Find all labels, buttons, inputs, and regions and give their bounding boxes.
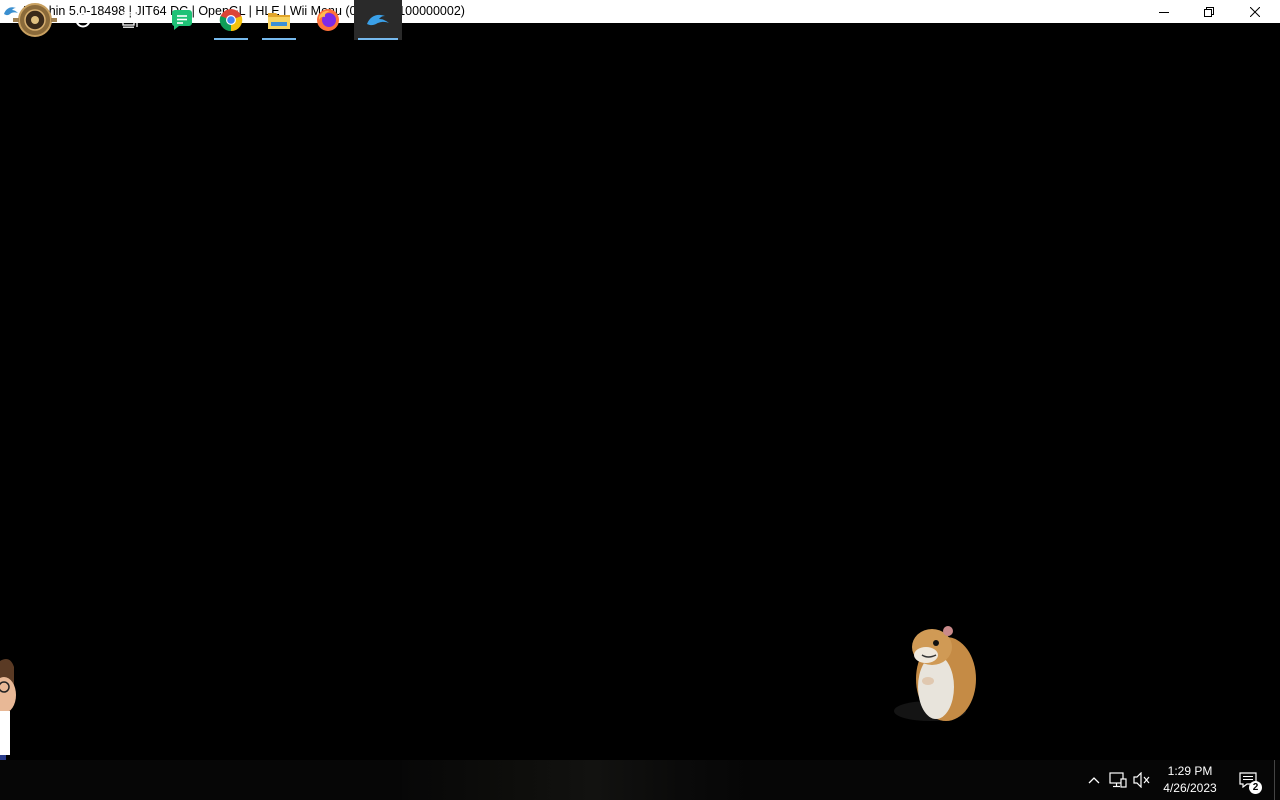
task-view-icon — [122, 12, 138, 28]
dolphin-icon — [367, 14, 389, 26]
running-indicator — [262, 38, 296, 40]
folder-icon — [268, 13, 290, 29]
cartoon-character-image — [0, 659, 16, 760]
show-hidden-icons-button[interactable] — [1084, 770, 1104, 790]
network-icon — [1109, 772, 1127, 788]
running-indicator — [358, 38, 398, 40]
cortana-circle-icon — [75, 12, 91, 28]
clock-date: 4/26/2023 — [1163, 781, 1217, 795]
task-view-button[interactable] — [111, 0, 151, 40]
start-button[interactable] — [8, 0, 62, 40]
search-button[interactable] — [64, 0, 102, 40]
taskbar-file-explorer[interactable] — [256, 0, 302, 40]
network-button[interactable] — [1108, 770, 1128, 790]
running-indicator — [214, 38, 248, 40]
emulator-viewport[interactable] — [0, 23, 1280, 760]
restore-button[interactable] — [1186, 0, 1232, 23]
clock[interactable]: 1:29 PM 4/26/2023 — [1154, 763, 1226, 797]
taskbar-chrome[interactable] — [208, 0, 254, 40]
volume-button[interactable] — [1132, 770, 1152, 790]
notification-count-badge: 2 — [1249, 781, 1262, 794]
chrome-icon — [219, 9, 243, 32]
clock-time: 1:29 PM — [1167, 764, 1213, 778]
volume-muted-icon — [1133, 772, 1150, 788]
close-button[interactable] — [1232, 0, 1278, 23]
minimize-icon — [1159, 11, 1169, 13]
restore-icon — [1204, 6, 1214, 17]
taskbar-app-green[interactable] — [161, 0, 203, 40]
hamster-image — [894, 626, 976, 721]
taskbar-background — [402, 760, 752, 800]
close-icon — [1250, 6, 1260, 17]
show-desktop-button[interactable] — [1274, 760, 1280, 800]
start-orb-icon — [13, 3, 57, 37]
chat-bubble-icon — [171, 10, 192, 30]
chevron-up-icon — [1088, 777, 1100, 784]
minimize-button[interactable] — [1141, 0, 1187, 23]
firefox-icon — [317, 9, 339, 31]
taskbar-dolphin[interactable] — [354, 0, 402, 40]
taskbar-firefox[interactable] — [306, 0, 350, 40]
